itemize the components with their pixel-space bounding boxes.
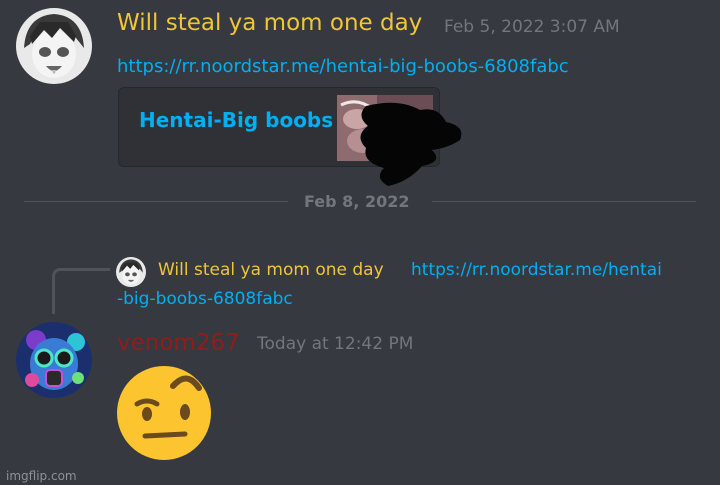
reply-avatar[interactable]	[116, 257, 146, 287]
censor-scribble	[360, 102, 462, 186]
anime-avatar-icon	[16, 8, 92, 84]
face-with-raised-eyebrow-emoji-icon[interactable]	[115, 364, 213, 462]
reply-link-line1[interactable]: https://rr.noordstar.me/hentai	[411, 260, 662, 280]
message-timestamp: Feb 5, 2022 3:07 AM	[444, 17, 620, 37]
reply-author-name[interactable]: Will steal ya mom one day	[158, 260, 384, 280]
anime-avatar-icon	[116, 257, 146, 287]
watermark: imgflip.com	[6, 469, 77, 483]
embed-title[interactable]: Hentai-Big boobs	[139, 108, 333, 132]
message-timestamp: Today at 12:42 PM	[257, 334, 414, 354]
reply-link-line2[interactable]: -big-boobs-6808fabc	[117, 289, 293, 309]
date-divider-line-right	[432, 201, 696, 202]
author-name[interactable]: Will steal ya mom one day	[117, 10, 422, 36]
author-name[interactable]: venom267	[117, 330, 240, 356]
message-link[interactable]: https://rr.noordstar.me/hentai-big-boobs…	[117, 56, 569, 77]
date-divider-line-left	[24, 201, 288, 202]
reply-connector	[52, 268, 110, 314]
avatar-will[interactable]	[16, 8, 92, 84]
date-divider: Feb 8, 2022	[304, 192, 410, 211]
avatar-venom[interactable]	[16, 322, 92, 398]
gas-mask-avatar-icon	[16, 322, 92, 398]
